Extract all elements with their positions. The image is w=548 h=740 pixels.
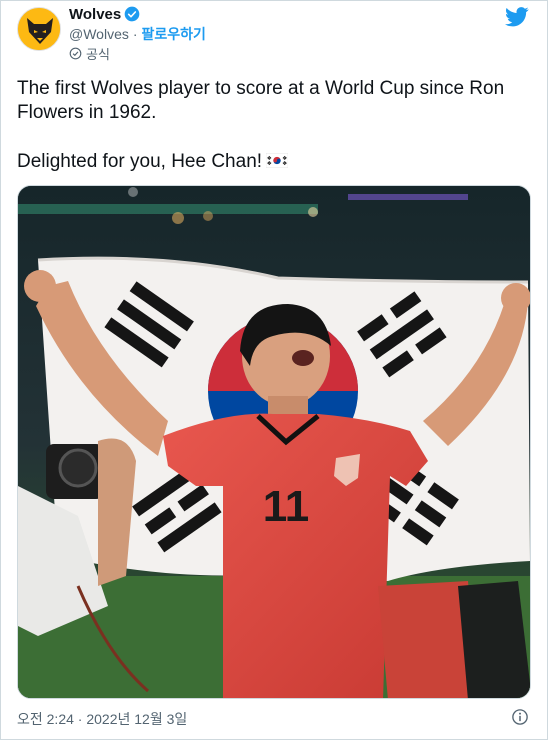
timestamp[interactable]: 오전 2:24 · 2022년 12월 3일 [17, 709, 187, 729]
follow-button[interactable]: 팔로우하기 [142, 24, 206, 44]
photo-illustration: 11 [18, 186, 530, 698]
jersey-number: 11 [263, 482, 310, 531]
info-icon[interactable] [511, 708, 529, 726]
tweet-text-line-1: The first Wolves player to score at a Wo… [17, 78, 505, 123]
avatar[interactable] [17, 7, 61, 51]
tweet-photo[interactable]: 11 [17, 185, 531, 699]
display-name[interactable]: Wolves [69, 6, 121, 23]
official-label-text: 공식 [86, 46, 110, 62]
tweet-card: Wolves @Wolves · 팔로우하기 공식 The first Wolv… [0, 0, 548, 740]
official-label: 공식 [69, 45, 110, 62]
twitter-bird-icon[interactable] [505, 7, 529, 27]
name-row: Wolves [69, 5, 140, 23]
tweet-text: The first Wolves player to score at a Wo… [17, 77, 533, 174]
handle-row: @Wolves · 팔로우하기 [69, 25, 206, 43]
verified-badge-icon [124, 6, 140, 22]
tweet-text-line-2-text: Delighted for you, Hee Chan! [17, 151, 263, 172]
handle[interactable]: @Wolves [69, 26, 129, 42]
separator-dot: · [132, 26, 138, 42]
official-label-icon [69, 47, 82, 59]
wolves-crest-icon [18, 8, 60, 50]
south-korea-flag-icon [266, 153, 289, 168]
tweet-text-line-2: Delighted for you, Hee Chan! [17, 150, 533, 174]
